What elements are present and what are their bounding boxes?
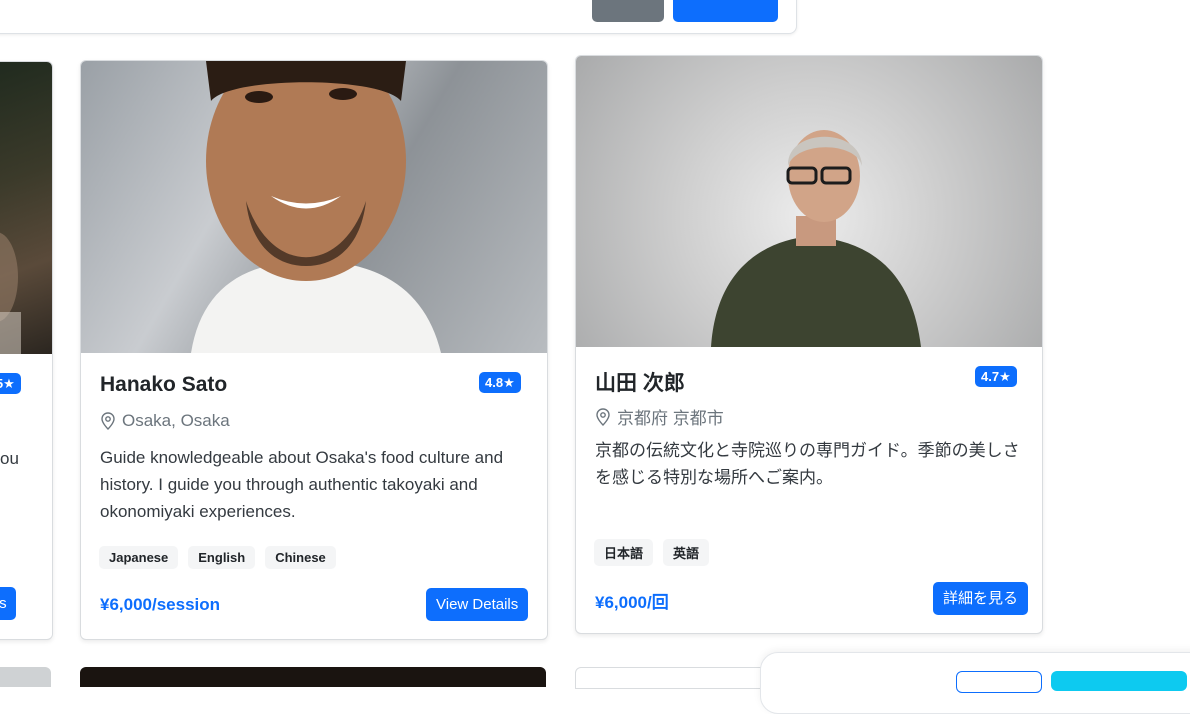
- guide-card[interactable]: Hanako Sato 4.8★ Osaka, Osaka Guide know…: [80, 60, 548, 640]
- guide-description: ou: [0, 449, 19, 468]
- language-tag: English: [188, 546, 256, 569]
- map-pin-icon: [101, 412, 115, 430]
- view-details-button[interactable]: View Details: [426, 588, 529, 621]
- panel-button-info[interactable]: [1051, 671, 1187, 691]
- language-tag: 日本語: [594, 539, 654, 566]
- guide-card-partial-bottom[interactable]: [575, 667, 767, 689]
- guide-card[interactable]: 山田 次郎 4.7★ 京都府 京都市 京都の伝統文化と寺院巡りの専門ガイド。季節…: [575, 55, 1043, 634]
- search-button[interactable]: [673, 0, 778, 22]
- rating-badge: 4.8★: [479, 372, 521, 393]
- rating-badge: 4.5★: [0, 373, 21, 394]
- guide-photo: [576, 56, 1042, 347]
- guide-card-partial-bottom[interactable]: [0, 667, 51, 687]
- rating-badge: 4.7★: [975, 366, 1017, 387]
- view-details-button[interactable]: 詳細を見る: [933, 582, 1029, 615]
- guide-photo-art: [191, 61, 441, 353]
- guide-name: 山田 次郎: [595, 372, 685, 395]
- location-text: 京都府 京都市: [617, 409, 724, 428]
- filter-bar: [0, 0, 797, 34]
- language-tag: Chinese: [265, 546, 336, 569]
- guide-card-partial-bottom[interactable]: [80, 667, 546, 687]
- guide-price: ¥6,000/回: [595, 593, 669, 612]
- floating-panel: [760, 652, 1190, 714]
- guide-card-partial-left[interactable]: 4.5★ ou tails: [0, 61, 53, 640]
- location-text: Osaka, Osaka: [122, 411, 230, 430]
- guide-price: ¥6,000/session: [100, 595, 221, 614]
- panel-button-outline[interactable]: [956, 671, 1042, 693]
- guide-location: Osaka, Osaka: [100, 411, 230, 431]
- view-details-button[interactable]: tails: [0, 587, 16, 620]
- guide-photo-art: [711, 130, 921, 347]
- guide-name: Hanako Sato: [100, 373, 228, 396]
- language-tag: Japanese: [99, 546, 179, 569]
- map-pin-icon: [596, 407, 610, 426]
- guide-photo-art: [0, 232, 21, 354]
- language-tag: 英語: [663, 539, 710, 566]
- guide-photo: [81, 61, 547, 353]
- guide-photo: [0, 62, 52, 354]
- reset-button[interactable]: [592, 0, 664, 22]
- language-tags: Japanese English Chinese: [99, 546, 336, 569]
- guide-description: Guide knowledgeable about Osaka's food c…: [100, 448, 504, 521]
- guide-description: 京都の伝統文化と寺院巡りの専門ガイド。季節の美しさを感じる特別な場所へご案内。: [595, 441, 1020, 487]
- guide-location: 京都府 京都市: [595, 404, 724, 429]
- language-tags: 日本語 英語: [594, 539, 710, 566]
